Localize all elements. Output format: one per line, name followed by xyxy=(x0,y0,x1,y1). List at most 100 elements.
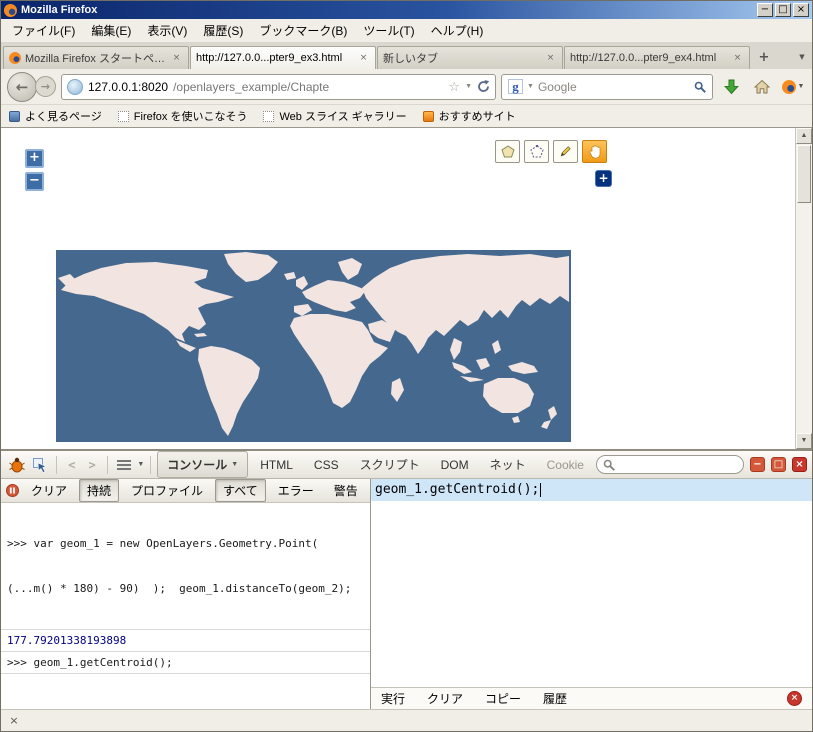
firebug-menu-icon[interactable] xyxy=(114,454,135,476)
firebug-tab-net[interactable]: ネット xyxy=(481,452,535,477)
clear-button[interactable]: クリア xyxy=(427,690,463,707)
firebug-body: クリア 持続 プロファイル すべて エラー 警告 >>> var geom_1 … xyxy=(1,479,812,709)
firebug-tab-cookie[interactable]: Cookie xyxy=(538,454,593,476)
console-forward-button[interactable]: > xyxy=(83,454,100,476)
back-button[interactable]: ← xyxy=(7,72,37,102)
break-on-all-errors-icon[interactable] xyxy=(6,484,19,497)
menu-view[interactable]: 表示(V) xyxy=(139,18,195,43)
reload-icon[interactable] xyxy=(477,80,490,93)
modify-feature-tool-button[interactable] xyxy=(553,140,578,163)
most-visited-icon xyxy=(9,111,20,122)
firebug-tab-console[interactable]: コンソール ▼ xyxy=(157,451,248,478)
page-scrollbar[interactable]: ▲ ▼ xyxy=(795,128,812,449)
maximize-button[interactable]: □ xyxy=(775,3,791,17)
firebug-minimize-button[interactable]: − xyxy=(750,457,765,472)
tab-label: http://127.0.0...pter9_ex4.html xyxy=(570,52,727,64)
tab-close-icon[interactable]: × xyxy=(357,52,370,65)
search-engine-dropdown-icon[interactable]: ▼ xyxy=(527,83,534,90)
filter-warnings-button[interactable]: 警告 xyxy=(326,479,366,502)
filter-errors-button[interactable]: エラー xyxy=(270,479,322,502)
firefox-logo-icon[interactable] xyxy=(4,4,17,17)
console-log: >>> var geom_1 = new OpenLayers.Geometry… xyxy=(1,503,370,709)
tab-close-icon[interactable]: × xyxy=(544,52,557,65)
scroll-up-icon[interactable]: ▲ xyxy=(796,128,812,144)
firebug-detach-button[interactable]: □ xyxy=(771,457,786,472)
minimize-button[interactable]: − xyxy=(757,3,773,17)
menu-bar: ファイル(F) 編集(E) 表示(V) 履歴(S) ブックマーク(B) ツール(… xyxy=(1,19,812,43)
list-all-tabs-icon[interactable]: ▼ xyxy=(794,48,810,68)
tab-ex3-active[interactable]: http://127.0.0...pter9_ex3.html × xyxy=(190,46,376,69)
command-editor[interactable]: geom_1.getCentroid(); xyxy=(371,479,812,687)
firebug-tab-html[interactable]: HTML xyxy=(251,454,302,476)
map-zoom-in-button[interactable]: + xyxy=(25,149,44,168)
menu-help[interactable]: ヘルプ(H) xyxy=(423,18,492,43)
chevron-down-icon[interactable]: ▼ xyxy=(137,461,144,468)
url-bar[interactable]: 127.0.0.1:8020 /openlayers_example/Chapt… xyxy=(61,74,496,100)
forward-button[interactable]: → xyxy=(35,76,56,97)
firebug-tab-script[interactable]: スクリプト xyxy=(351,452,429,477)
world-map-image[interactable] xyxy=(56,250,571,442)
run-button[interactable]: 実行 xyxy=(381,690,405,707)
menu-file[interactable]: ファイル(F) xyxy=(4,18,83,43)
menu-edit[interactable]: 編集(E) xyxy=(83,18,139,43)
console-persist-button[interactable]: 持続 xyxy=(79,479,119,502)
scrollbar-thumb[interactable] xyxy=(797,145,811,203)
title-bar: Mozilla Firefox − □ × xyxy=(1,1,812,19)
firebug-tab-dom[interactable]: DOM xyxy=(432,454,478,476)
console-pane: クリア 持続 プロファイル すべて エラー 警告 >>> var geom_1 … xyxy=(1,479,371,709)
history-button[interactable]: 履歴 xyxy=(543,690,567,707)
navigation-bar: ← → 127.0.0.1:8020 /openlayers_example/C… xyxy=(1,69,812,105)
copy-button[interactable]: コピー xyxy=(485,690,521,707)
console-back-button[interactable]: < xyxy=(63,454,80,476)
command-editor-pane: geom_1.getCentroid(); 実行 クリア コピー 履歴 × xyxy=(371,479,812,709)
firebug-bug-icon[interactable] xyxy=(6,454,27,476)
pan-hand-tool-button[interactable] xyxy=(582,140,607,163)
firefox-menu-button[interactable]: ▼ xyxy=(780,74,806,100)
firebug-search-box[interactable] xyxy=(596,455,744,474)
url-dropdown-icon[interactable]: ▼ xyxy=(465,83,472,90)
search-bar[interactable]: g ▼ xyxy=(501,74,713,100)
google-engine-icon[interactable]: g xyxy=(508,79,523,94)
close-button[interactable]: × xyxy=(793,3,809,17)
home-button[interactable] xyxy=(749,74,775,100)
search-input[interactable] xyxy=(538,80,690,94)
filter-all-button[interactable]: すべて xyxy=(215,479,266,502)
chevron-down-icon: ▼ xyxy=(231,461,238,468)
console-clear-button[interactable]: クリア xyxy=(23,479,75,502)
bookmark-recommended-sites[interactable]: おすすめサイト xyxy=(423,108,516,124)
site-identity-globe-icon[interactable] xyxy=(67,79,83,95)
download-button[interactable] xyxy=(718,74,744,100)
firebug-close-button[interactable]: × xyxy=(792,457,807,472)
bookmark-star-icon[interactable]: ☆ xyxy=(448,79,460,95)
tab-start-page[interactable]: Mozilla Firefox スタートページ × xyxy=(3,46,189,69)
tab-close-icon[interactable]: × xyxy=(731,52,744,65)
map-zoom-out-button[interactable]: − xyxy=(25,172,44,191)
menu-tools[interactable]: ツール(T) xyxy=(355,18,422,43)
menu-history[interactable]: 履歴(S) xyxy=(195,18,251,43)
console-profile-button[interactable]: プロファイル xyxy=(123,479,211,502)
command-current-line[interactable]: geom_1.getCentroid(); xyxy=(371,479,812,501)
scroll-down-icon[interactable]: ▼ xyxy=(796,433,812,449)
firebug-search-input[interactable] xyxy=(619,459,737,471)
firebug-tab-css[interactable]: CSS xyxy=(305,454,348,476)
bookmark-most-visited[interactable]: よく見るページ xyxy=(9,108,102,124)
inspect-element-icon[interactable] xyxy=(30,454,51,476)
addon-bar-close-button[interactable]: × xyxy=(6,713,22,729)
tab-ex4[interactable]: http://127.0.0...pter9_ex4.html × xyxy=(564,46,750,69)
bookmark-getting-started[interactable]: Firefox を使いこなそう xyxy=(118,108,248,124)
tab-label: Mozilla Firefox スタートページ xyxy=(25,50,166,66)
tab-close-icon[interactable]: × xyxy=(170,52,183,65)
new-tab-button[interactable]: + xyxy=(753,48,775,68)
tab-new-tab[interactable]: 新しいタブ × xyxy=(377,46,563,69)
zoom-to-max-extent-button[interactable]: + xyxy=(595,170,612,187)
draw-polygon-tool-button[interactable] xyxy=(495,140,520,163)
bookmark-web-slice-gallery[interactable]: Web スライス ギャラリー xyxy=(263,108,406,124)
commandline-close-button[interactable]: × xyxy=(787,691,802,706)
console-entry-result: 177.79201338193898 xyxy=(1,630,370,652)
draw-feature-tool-button[interactable] xyxy=(524,140,549,163)
menu-bookmarks[interactable]: ブックマーク(B) xyxy=(251,18,355,43)
bookmarks-bar: よく見るページ Firefox を使いこなそう Web スライス ギャラリー お… xyxy=(1,105,812,128)
page-content: + − + xyxy=(1,128,812,449)
scrollbar-track[interactable] xyxy=(796,204,812,433)
search-magnifier-icon[interactable] xyxy=(694,81,706,93)
